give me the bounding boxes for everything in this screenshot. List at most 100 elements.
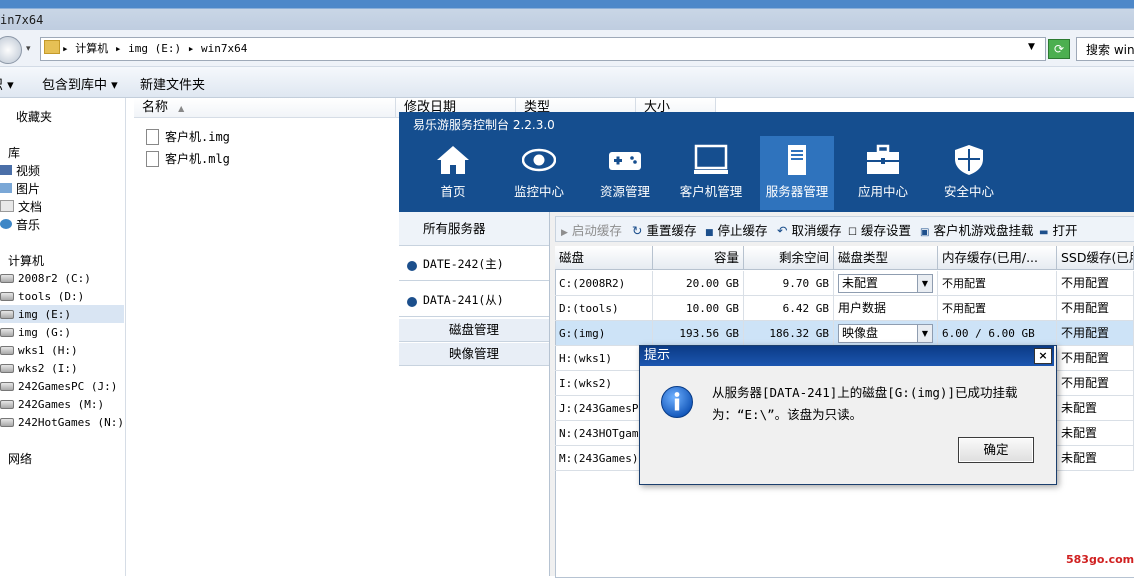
- address-path[interactable]: ▸ 计算机 ▸ img (E:) ▸ win7x64: [62, 40, 247, 56]
- start-cache-button[interactable]: ▶ 启动缓存: [561, 220, 622, 239]
- refresh-button[interactable]: ⟳: [1048, 39, 1070, 59]
- nav-drive-i[interactable]: wks2 (I:): [0, 359, 78, 377]
- file-item[interactable]: 客户机.mlg: [146, 150, 230, 167]
- grid-header-disk[interactable]: 磁盘: [555, 246, 653, 270]
- dialog-message: 从服务器[DATA-241]上的磁盘[G:(img)]已成功挂载为：“E:\”。…: [712, 385, 1018, 422]
- organize-button[interactable]: 织 ▾: [0, 74, 14, 93]
- nav-drive-label: img (G:): [18, 325, 71, 339]
- chevron-down-icon[interactable]: ▼: [917, 325, 932, 342]
- gamepad-icon: [609, 152, 641, 170]
- nav-app-center-label: 应用中心: [857, 184, 908, 199]
- nav-clients[interactable]: 客户机管理: [674, 136, 748, 210]
- disk-management-item[interactable]: 磁盘管理: [399, 319, 549, 342]
- cell-disk: G:(img): [555, 321, 653, 346]
- grid-header-capacity[interactable]: 容量: [653, 246, 744, 270]
- documents-icon: [0, 200, 14, 212]
- nav-drive-label: 242Games (M:): [18, 397, 105, 411]
- monitor-icon: [694, 144, 728, 174]
- nav-favorites[interactable]: 收藏夹: [0, 107, 52, 125]
- nav-drive-g[interactable]: img (G:): [0, 323, 71, 341]
- client-game-disk-mount-label: 客户机游戏盘挂载: [933, 223, 1034, 238]
- nav-drive-label: tools (D:): [18, 289, 85, 303]
- cell-disk-type[interactable]: 未配置 ▼: [834, 271, 938, 296]
- cache-settings-button[interactable]: ☐ 缓存设置: [848, 220, 911, 239]
- grid-header-memory-cache[interactable]: 内存缓存(已用/...: [938, 246, 1057, 270]
- drive-icon: [0, 345, 14, 355]
- nav-library-music-label: 音乐: [16, 217, 41, 232]
- nav-library-music[interactable]: 音乐: [0, 215, 40, 233]
- nav-library-video[interactable]: 视频: [0, 161, 40, 179]
- nav-security-center[interactable]: 安全中心: [932, 136, 1006, 210]
- cell-capacity: 20.00 GB: [653, 271, 744, 296]
- nav-drive-j[interactable]: 242GamesPC (J:): [0, 377, 117, 395]
- nav-drive-label: wks2 (I:): [18, 361, 78, 375]
- nav-drive-m[interactable]: 242Games (M:): [0, 395, 104, 413]
- disk-icon: ▣: [920, 227, 930, 238]
- chevron-down-icon[interactable]: ▼: [917, 275, 932, 292]
- reset-cache-button[interactable]: ↻ 重置缓存: [632, 220, 696, 239]
- nav-monitor[interactable]: 监控中心: [502, 136, 576, 210]
- file-item[interactable]: 客户机.img: [146, 128, 230, 145]
- cell-memory-cache: 不用配置: [938, 296, 1057, 321]
- address-dropdown-icon[interactable]: ▼: [1028, 42, 1035, 52]
- nav-library-pictures-label: 图片: [16, 181, 41, 196]
- image-management-item[interactable]: 映像管理: [399, 343, 549, 366]
- disk-type-select[interactable]: 映像盘 ▼: [838, 324, 933, 343]
- eye-icon: [522, 148, 556, 172]
- all-servers-item[interactable]: 所有服务器: [399, 212, 549, 246]
- cancel-cache-button[interactable]: ↶ 取消缓存: [777, 220, 841, 239]
- drive-icon: [0, 381, 14, 391]
- cell-ssd-cache: 不用配置: [1057, 371, 1134, 396]
- nav-library-pictures[interactable]: 图片: [0, 179, 40, 197]
- nav-libraries[interactable]: 库: [0, 143, 20, 161]
- cell-free-space: 6.42 GB: [744, 296, 834, 321]
- cell-ssd-cache: 不用配置: [1057, 346, 1134, 371]
- new-folder-button[interactable]: 新建文件夹: [140, 74, 205, 93]
- grid-header-ssd-cache[interactable]: SSD缓存(已用: [1057, 246, 1134, 270]
- column-header-name[interactable]: 名称 ▲: [134, 98, 396, 118]
- include-in-library-button[interactable]: 包含到库中 ▾: [42, 74, 118, 93]
- nav-library-documents-label: 文档: [18, 199, 43, 214]
- nav-drive-label: img (E:): [18, 307, 71, 321]
- drive-icon: [0, 291, 14, 301]
- server-item-date-242[interactable]: DATE-242(主): [399, 247, 549, 281]
- nav-libraries-label: 库: [8, 145, 21, 160]
- dialog-close-button[interactable]: ×: [1034, 348, 1052, 364]
- nav-server-management[interactable]: 服务器管理: [760, 136, 834, 210]
- nav-app-center[interactable]: 应用中心: [846, 136, 920, 210]
- shield-icon: [955, 145, 983, 175]
- disk-type-select[interactable]: 未配置 ▼: [838, 274, 933, 293]
- drive-icon: [0, 417, 14, 427]
- nav-library-documents[interactable]: 文档: [0, 197, 42, 215]
- server-item-data-241[interactable]: DATA-241(从): [399, 283, 549, 317]
- nav-drive-d[interactable]: tools (D:): [0, 287, 84, 305]
- grid-header-free-space[interactable]: 剩余空间: [744, 246, 834, 270]
- expand-icon[interactable]: [407, 261, 417, 271]
- ok-button[interactable]: 确定: [958, 437, 1034, 463]
- cell-ssd-cache: 不用配置: [1057, 296, 1134, 321]
- client-game-disk-mount-button[interactable]: ▣ 客户机游戏盘挂载: [920, 220, 1033, 239]
- nav-network[interactable]: 网络: [0, 449, 32, 467]
- cell-free-space: 186.32 GB: [744, 321, 834, 346]
- nav-resources[interactable]: 资源管理: [588, 136, 662, 210]
- cell-disk-type[interactable]: 映像盘 ▼: [834, 321, 938, 346]
- cell-ssd-cache: 未配置: [1057, 396, 1134, 421]
- grid-header-disk-type[interactable]: 磁盘类型: [834, 246, 938, 270]
- home-icon: [437, 146, 469, 174]
- cell-disk: C:(2008R2): [555, 271, 653, 296]
- stop-cache-label: 停止缓存: [717, 223, 768, 238]
- stop-cache-button[interactable]: ■ 停止缓存: [705, 220, 768, 239]
- cell-memory-cache: 不用配置: [938, 271, 1057, 296]
- open-button[interactable]: ▬ 打开: [1039, 220, 1077, 239]
- collapse-icon[interactable]: [407, 297, 417, 307]
- nav-home[interactable]: 首页: [416, 136, 490, 210]
- nav-drive-c[interactable]: 2008r2 (C:): [0, 269, 91, 287]
- nav-drive-n[interactable]: 242HotGames (N:): [0, 413, 124, 431]
- server-icon: [788, 145, 806, 175]
- nav-drive-e[interactable]: img (E:): [0, 305, 124, 323]
- cancel-cache-label: 取消缓存: [791, 223, 842, 238]
- nav-computer[interactable]: 计算机: [0, 251, 44, 269]
- history-dropdown-icon[interactable]: ▾: [26, 44, 31, 54]
- nav-drive-h[interactable]: wks1 (H:): [0, 341, 78, 359]
- drive-icon: [0, 327, 14, 337]
